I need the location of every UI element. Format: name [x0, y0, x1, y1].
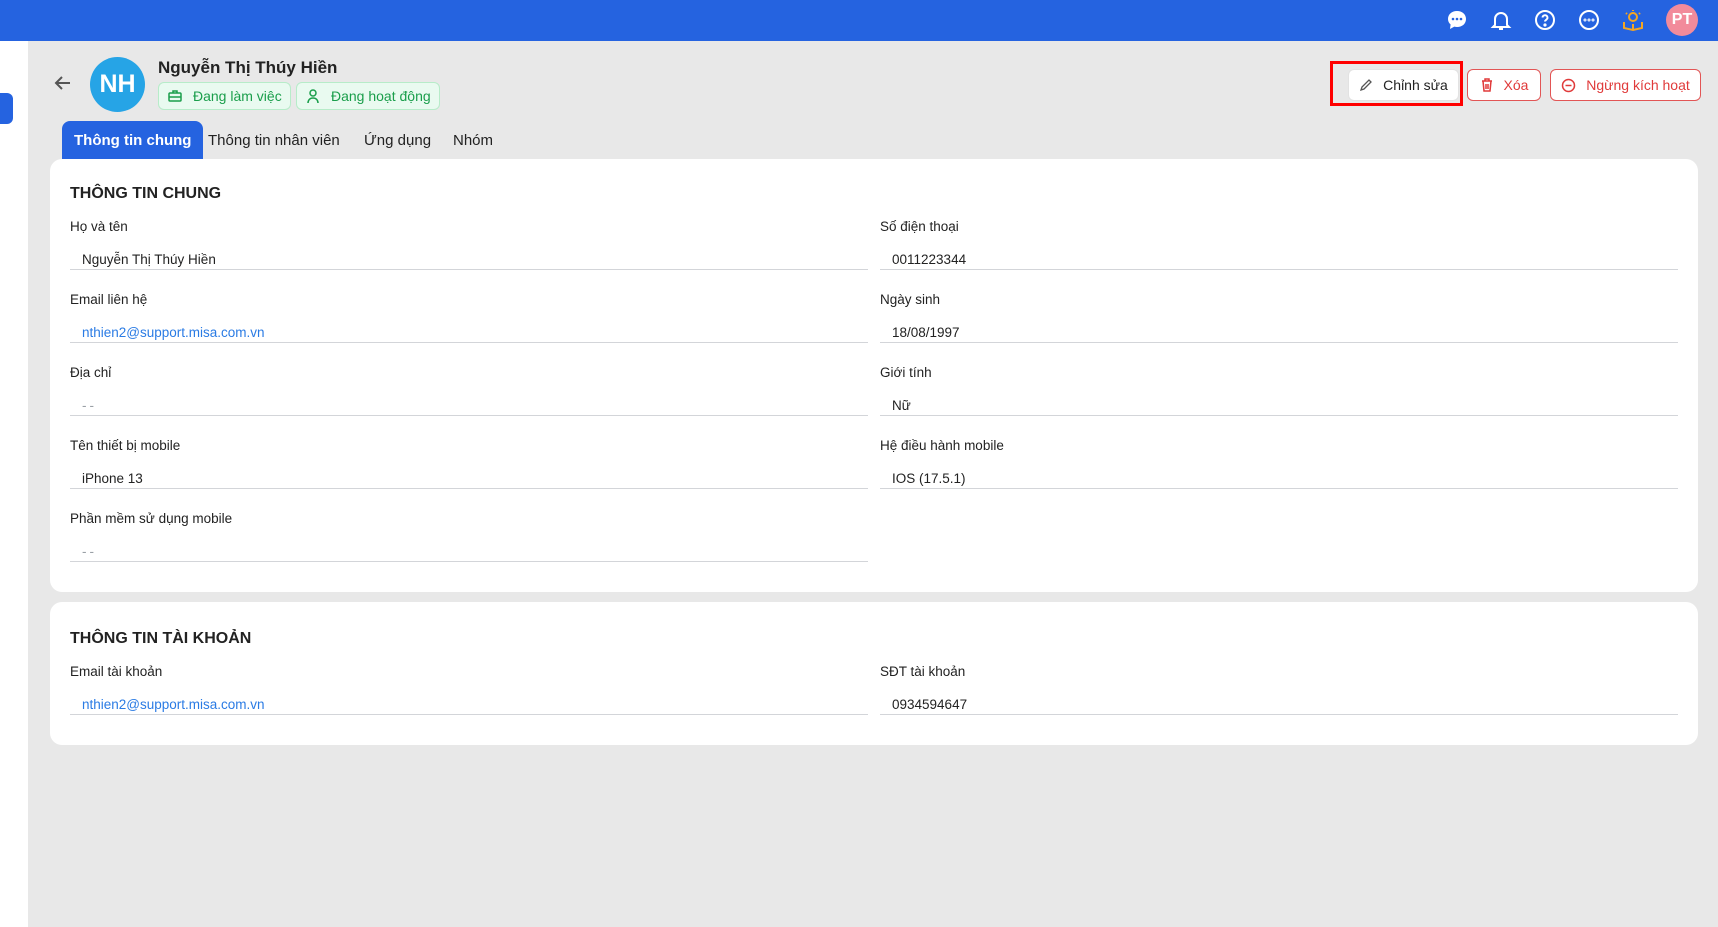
- more-icon[interactable]: [1576, 7, 1602, 33]
- field-label: SĐT tài khoản: [880, 664, 966, 679]
- briefcase-icon: [168, 90, 182, 102]
- field-birthdate: Ngày sinh 18/08/1997: [880, 292, 1678, 365]
- field-label: Họ và tên: [70, 219, 128, 234]
- field-contact-email: Email liên hệ nthien2@support.misa.com.vn: [70, 292, 868, 365]
- delete-button[interactable]: Xóa: [1467, 69, 1541, 101]
- field-account-phone: SĐT tài khoản 0934594647: [880, 664, 1678, 737]
- field-label: Phần mềm sử dụng mobile: [70, 511, 233, 526]
- edit-label: Chỉnh sửa: [1383, 77, 1448, 93]
- field-full-name: Họ và tên Nguyễn Thị Thúy Hiền: [70, 219, 868, 292]
- field-value: 18/08/1997: [892, 325, 960, 340]
- field-value: Nữ: [892, 398, 911, 413]
- field-label: Hệ điều hành mobile: [880, 438, 1004, 453]
- active-status-badge: Đang hoạt động: [296, 82, 440, 110]
- field-label: Email liên hệ: [70, 292, 148, 307]
- field-value: Nguyễn Thị Thúy Hiền: [82, 252, 216, 267]
- profile-avatar: NH: [90, 57, 145, 112]
- field-value: 0011223344: [892, 252, 967, 267]
- field-mobile-os: Hệ điều hành mobile IOS (17.5.1): [880, 438, 1678, 511]
- field-value: iPhone 13: [82, 471, 143, 486]
- idea-book-icon[interactable]: [1620, 7, 1646, 33]
- sidebar-active-item[interactable]: [0, 93, 13, 124]
- field-value: IOS (17.5.1): [892, 471, 966, 486]
- tab-general-info[interactable]: Thông tin chung: [62, 121, 204, 159]
- field-mobile-device: Tên thiết bị mobile iPhone 13: [70, 438, 868, 511]
- user-avatar[interactable]: PT: [1666, 4, 1698, 36]
- field-label: Tên thiết bị mobile: [70, 438, 181, 453]
- user-icon: [307, 89, 319, 104]
- field-value: --: [82, 544, 97, 559]
- field-value: --: [82, 398, 97, 413]
- work-status-badge: Đang làm việc: [158, 82, 291, 110]
- deactivate-button[interactable]: Ngừng kích hoạt: [1550, 69, 1701, 101]
- general-info-card: THÔNG TIN CHUNG Họ và tên Nguyễn Thị Thúy…: [50, 159, 1698, 592]
- tab-employee-info[interactable]: Thông tin nhân viên: [196, 121, 352, 159]
- edit-button[interactable]: Chỉnh sửa: [1348, 69, 1459, 101]
- help-icon[interactable]: [1532, 7, 1558, 33]
- chat-icon[interactable]: [1444, 7, 1470, 33]
- minus-circle-icon: [1561, 78, 1576, 92]
- field-label: Địa chỉ: [70, 365, 112, 380]
- sidebar: [0, 41, 28, 927]
- badge-label: Đang hoạt động: [331, 88, 431, 104]
- tab-groups[interactable]: Nhóm: [441, 121, 505, 159]
- field-label: Ngày sinh: [880, 292, 941, 307]
- field-address: Địa chỉ --: [70, 365, 868, 438]
- deactivate-label: Ngừng kích hoạt: [1586, 77, 1690, 93]
- field-gender: Giới tính Nữ: [880, 365, 1678, 438]
- delete-label: Xóa: [1503, 77, 1529, 93]
- section-title: THÔNG TIN TÀI KHOẢN: [70, 630, 252, 647]
- badge-label: Đang làm việc: [193, 88, 282, 104]
- field-phone: Số điện thoại 0011223344: [880, 219, 1678, 292]
- bell-icon[interactable]: [1488, 7, 1514, 33]
- section-title: THÔNG TIN CHUNG: [70, 185, 222, 202]
- field-value: 0934594647: [892, 697, 968, 712]
- top-bar: PT: [0, 0, 1718, 41]
- profile-name: Nguyễn Thị Thúy Hiền: [158, 58, 338, 77]
- tab-applications[interactable]: Ứng dụng: [352, 121, 443, 159]
- field-mobile-software: Phần mềm sử dụng mobile --: [70, 511, 868, 584]
- back-arrow-icon[interactable]: [52, 72, 74, 94]
- account-info-card: THÔNG TIN TÀI KHOẢN Email tài khoản nthie…: [50, 602, 1698, 745]
- field-account-email: Email tài khoản nthien2@support.misa.com.…: [70, 664, 868, 737]
- email-link[interactable]: nthien2@support.misa.com.vn: [82, 325, 265, 340]
- field-label: Email tài khoản: [70, 664, 163, 679]
- field-label: Giới tính: [880, 365, 932, 380]
- email-link[interactable]: nthien2@support.misa.com.vn: [82, 697, 265, 712]
- field-label: Số điện thoại: [880, 219, 959, 234]
- pencil-icon: [1360, 79, 1373, 92]
- trash-icon: [1481, 78, 1492, 92]
